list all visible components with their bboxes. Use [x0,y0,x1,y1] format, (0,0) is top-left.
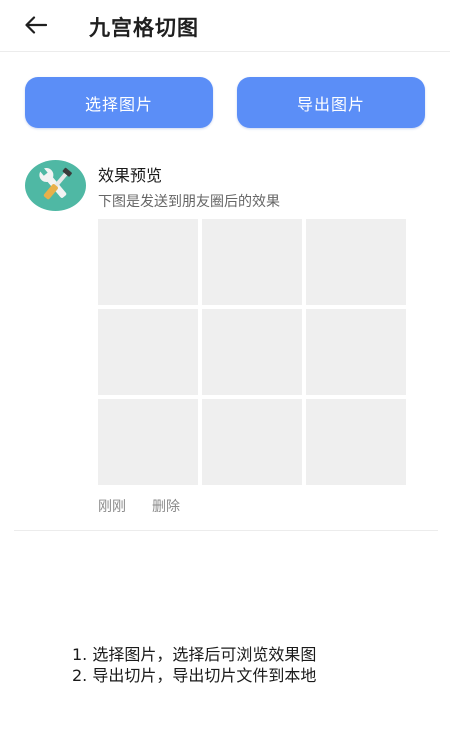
grid-cell-7[interactable] [98,399,198,485]
grid-cell-8[interactable] [202,399,302,485]
select-image-button[interactable]: 选择图片 [25,77,213,128]
grid-cell-5[interactable] [202,309,302,395]
grid-cell-2[interactable] [202,219,302,305]
top-bar: 九宫格切图 [0,0,450,52]
avatar [25,160,86,211]
instruction-step-2: 2. 导出切片，导出切片文件到本地 [72,666,317,685]
divider [14,530,438,531]
export-image-button[interactable]: 导出图片 [237,77,425,128]
post-author-name: 效果预览 [98,166,163,185]
back-button[interactable] [16,8,56,42]
grid-cell-4[interactable] [98,309,198,395]
grid-cell-1[interactable] [98,219,198,305]
grid-cell-9[interactable] [306,399,406,485]
page-title: 九宫格切图 [89,16,199,40]
tools-icon [25,160,86,215]
arrow-left-icon [25,16,47,34]
delete-link[interactable]: 删除 [152,496,180,516]
grid-cell-3[interactable] [306,219,406,305]
image-grid [98,219,406,485]
grid-cell-6[interactable] [306,309,406,395]
post-timestamp: 刚刚 [98,499,126,515]
post-description: 下图是发送到朋友圈后的效果 [98,194,280,210]
